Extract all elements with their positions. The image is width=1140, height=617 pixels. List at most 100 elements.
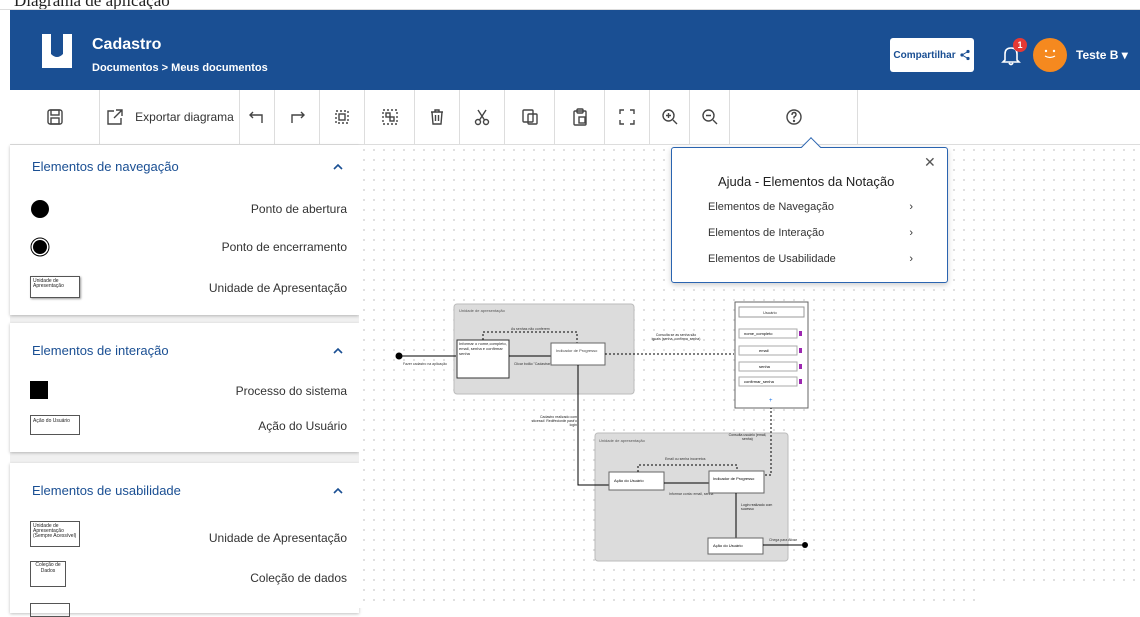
zoom-in-icon [661,109,677,125]
app-header: Cadastro Documentos > Meus documentos Co… [10,10,1140,90]
undo-icon [249,111,263,123]
select-icon [335,110,349,124]
fit-icon [619,109,635,125]
breadcrumb[interactable]: Documentos > Meus documentos [92,62,268,74]
interaction-elements-title[interactable]: Elementos de interação [32,343,169,358]
chevron-up-icon[interactable] [332,163,344,171]
paste-button[interactable] [555,90,605,144]
progress-indicator-1[interactable]: Indicador de Progresso [550,342,606,366]
notification-badge: 1 [1013,38,1027,52]
svg-text:email: email [759,348,769,353]
partial-thumb [30,603,70,617]
minimap-placeholder [976,582,1140,608]
system-process-icon [30,381,48,399]
svg-text:Indicador de Progresso: Indicador de Progresso [713,476,755,481]
export-diagram-button[interactable]: Exportar diagrama [100,90,240,144]
export-icon [107,109,123,125]
label-mismatch: As senhas não conferem [511,327,550,331]
share-icon [960,49,970,61]
label-login-ok: Login realizado com sucesso [741,503,773,511]
save-icon [46,109,63,125]
user-action-thumb: Ação do Usuário [30,415,80,435]
document-title: Cadastro [92,36,162,53]
presentation-unit-always-thumb: Unidade de Apresentação (Sempre Acessíve… [30,521,80,547]
palette-item-presentation-unit[interactable]: Unidade de Apresentação Unidade de Apres… [10,273,359,303]
group2-label: Unidade de apresentação [599,438,646,443]
fit-screen-button[interactable] [605,90,650,144]
page-top-text: Diagrama de aplicação [0,0,1140,10]
zoom-out-icon [701,109,717,125]
user-action-1[interactable]: Ação do Usuário [608,471,665,491]
paste-icon [572,108,587,126]
palette-item-system-process[interactable]: Processo do sistema [10,376,359,406]
close-icon[interactable]: ✕ [924,154,936,171]
diagram-end-point[interactable] [802,542,808,548]
elements-sidebar: Elementos de navegação Ponto de abertura… [10,145,359,617]
user-action-2[interactable]: Ação do Usuário [707,537,764,555]
help-button[interactable] [730,90,858,144]
svg-text:confirmar_senha: confirmar_senha [744,379,775,384]
help-popover: ✕ Ajuda - Elementos da Notação Elementos… [671,137,948,283]
help-item-usability[interactable]: Elementos de Usabilidade › [708,253,913,265]
help-item-interaction[interactable]: Elementos de Interação › [708,227,913,239]
delete-button[interactable] [415,90,460,144]
help-icon [785,109,802,125]
group1-label: Unidade de apresentação [459,308,506,313]
entity-field: senha [738,361,802,372]
cut-button[interactable] [460,90,505,144]
redo-button[interactable] [275,90,320,144]
chevron-up-icon[interactable] [332,487,344,495]
palette-item-partial[interactable] [10,601,359,617]
chevron-up-icon[interactable] [332,347,344,355]
end-point-icon [30,237,50,257]
copy-button[interactable] [505,90,555,144]
delete-icon [431,109,443,125]
label-consult2: Consulta usuário (email, senha) [728,433,767,441]
nav-elements-panel: Elementos de navegação Ponto de abertura… [10,145,359,315]
entity-field: nome_completo [738,328,802,339]
entity-field: confirmar_senha [738,376,802,387]
label-button: Clicar botão "Cadastrar" [514,362,552,366]
usability-elements-title[interactable]: Elementos de usabilidade [32,483,181,498]
label-consult: Consulta se as senha são iguais (senha, … [651,333,701,341]
help-title: Ajuda - Elementos da Notação [718,174,895,189]
save-button[interactable] [10,90,100,144]
select-button[interactable] [320,90,365,144]
avatar-face-icon [1044,49,1056,59]
diagram-start-point[interactable] [395,352,403,360]
interaction-elements-panel: Elementos de interação Processo do siste… [10,323,359,452]
redo-icon [291,111,305,123]
start-label: Fazer cadastro na aplicação [403,362,447,366]
cut-icon [474,109,490,126]
label-wrong: Email ou senha incorretos [665,457,706,461]
svg-text:senha: senha [759,364,771,369]
palette-item-start-point[interactable]: Ponto de abertura [10,194,359,224]
user-menu[interactable]: Teste B ▾ [1076,48,1128,62]
help-item-navigation[interactable]: Elementos de Navegação › [708,201,913,213]
palette-item-user-action[interactable]: Ação do Usuário Ação do Usuário [10,411,359,441]
share-button[interactable]: Compartilhar [890,38,974,72]
group-icon [381,109,398,125]
group-button[interactable] [365,90,415,144]
chevron-right-icon: › [909,201,913,213]
undo-button[interactable] [240,90,275,144]
avatar[interactable] [1033,38,1067,72]
label-success: Cadastro realizado com sucesso. Redireci… [531,415,577,427]
svg-text:Usuário: Usuário [763,310,778,315]
copy-icon [521,109,538,125]
chevron-right-icon: › [909,253,913,265]
svg-text:Ação do Usuário: Ação do Usuário [614,478,644,483]
palette-item-data-collection[interactable]: Coleção de Dados Coleção de dados [10,559,359,595]
user-action-inform[interactable]: Informar o nome,completo, email, senha e… [456,339,510,379]
start-point-icon [31,200,49,218]
progress-indicator-2[interactable]: Indicador de Progresso [708,470,765,494]
entity-field: email [738,345,802,356]
palette-item-presentation-unit-always[interactable]: Unidade de Apresentação (Sempre Acessíve… [10,519,359,555]
palette-item-end-point[interactable]: Ponto de encerramento [10,232,359,262]
zoom-out-button[interactable] [690,90,730,144]
data-entity-usuario[interactable]: Usuário nome_completo email senha confir… [734,301,809,409]
add-field-icon[interactable]: + [769,398,773,404]
nav-elements-title[interactable]: Elementos de navegação [32,159,179,174]
zoom-in-button[interactable] [650,90,690,144]
label-end: Chega para Ativar [769,538,798,542]
